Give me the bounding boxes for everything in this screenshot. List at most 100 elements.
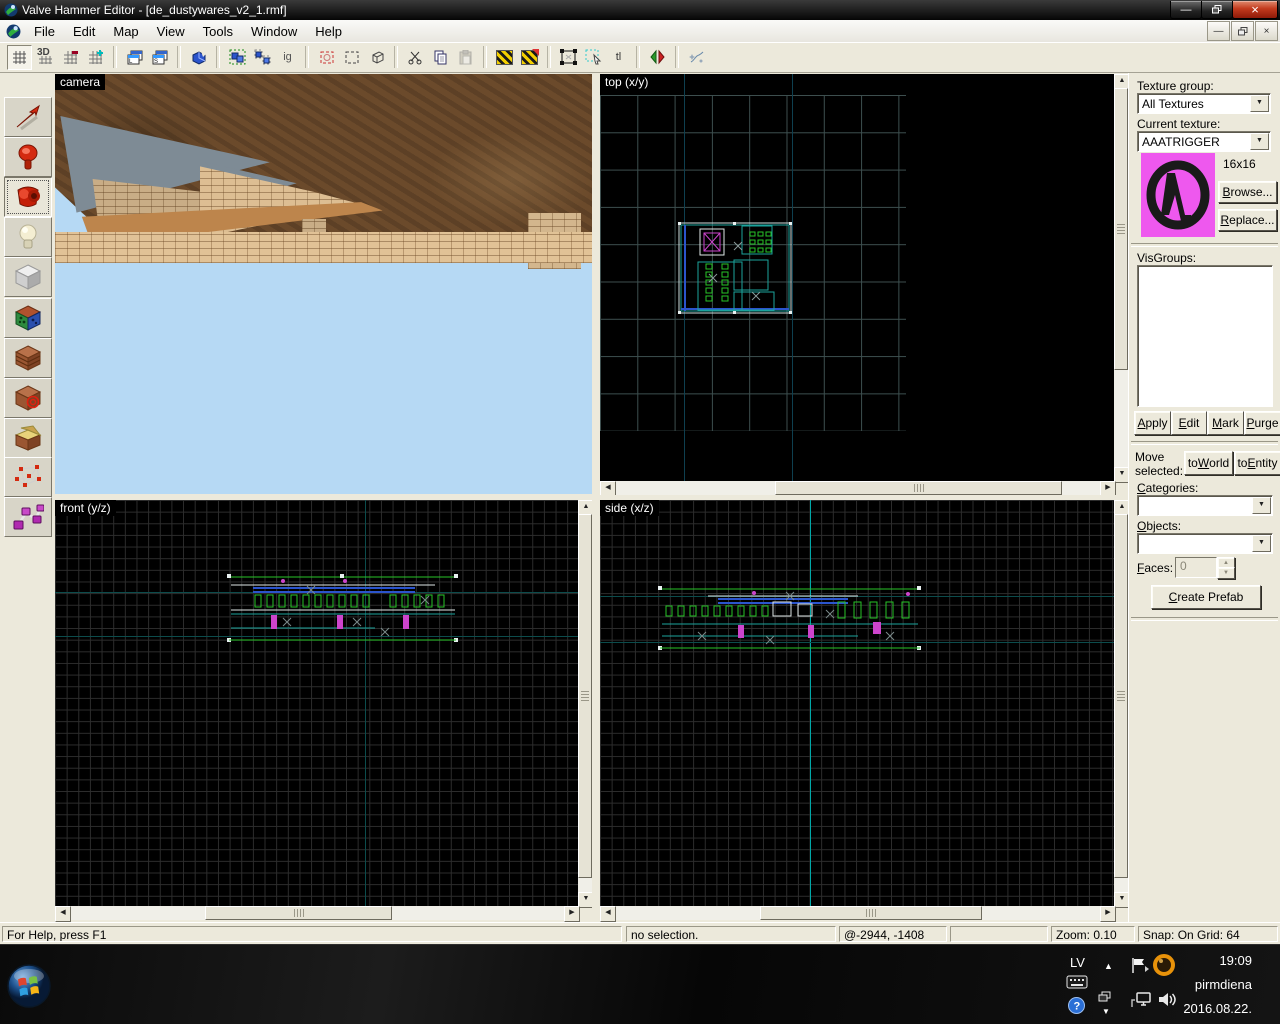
tray-clock-day[interactable]: pirmdiena bbox=[1186, 977, 1252, 992]
smaller-grid-button[interactable] bbox=[59, 46, 82, 69]
minimize-button[interactable]: — bbox=[1170, 1, 1202, 19]
visgroup-apply-button[interactable]: Apply bbox=[1134, 411, 1171, 435]
chevron-down-icon[interactable]: ▼ bbox=[1250, 133, 1269, 150]
current-texture-select[interactable]: AAATRIGGER ▼ bbox=[1137, 131, 1271, 152]
side-view-vscrollbar[interactable]: ▲ ▼ bbox=[1114, 500, 1128, 906]
chevron-down-icon[interactable]: ▼ bbox=[1252, 497, 1271, 514]
front-view-hscrollbar[interactable]: ◀ ▶ bbox=[55, 906, 578, 920]
toggle-grid-button[interactable] bbox=[7, 45, 32, 70]
vertex-tool-button[interactable] bbox=[4, 457, 52, 497]
tray-language-indicator[interactable]: LV bbox=[1070, 955, 1085, 970]
texture-group-select[interactable]: All Textures ▼ bbox=[1137, 93, 1271, 114]
viewport-label-front[interactable]: front (y/z) bbox=[55, 500, 116, 516]
copy-button[interactable] bbox=[429, 46, 452, 69]
spinner-down-icon[interactable]: ▼ bbox=[1217, 567, 1235, 579]
scroll-thumb[interactable] bbox=[760, 906, 982, 920]
flip-objects-button[interactable] bbox=[646, 46, 669, 69]
mdi-close-button[interactable]: × bbox=[1255, 21, 1278, 41]
block-tool-button[interactable] bbox=[4, 257, 52, 297]
scroll-thumb[interactable] bbox=[1114, 88, 1128, 370]
entity-tool-button[interactable] bbox=[4, 217, 52, 257]
cordon-button[interactable] bbox=[365, 46, 388, 69]
texture-lock-toggle-button[interactable]: tl bbox=[607, 46, 630, 69]
group-button[interactable] bbox=[226, 46, 249, 69]
hide-selected-button[interactable] bbox=[315, 46, 338, 69]
scroll-left-icon[interactable]: ◀ bbox=[600, 906, 616, 922]
to-entity-button[interactable]: toEntity bbox=[1234, 451, 1280, 475]
scroll-thumb[interactable] bbox=[775, 481, 1062, 495]
show-hidden-icons-button[interactable]: ▲ bbox=[1104, 961, 1113, 971]
chevron-down-icon[interactable]: ▼ bbox=[1250, 95, 1269, 112]
start-button[interactable] bbox=[6, 963, 52, 1009]
scroll-left-icon[interactable]: ◀ bbox=[55, 906, 71, 922]
browse-button[interactable]: Browse... bbox=[1218, 181, 1277, 203]
menu-edit[interactable]: Edit bbox=[64, 21, 104, 42]
volume-icon[interactable] bbox=[1157, 991, 1177, 1008]
scroll-right-icon[interactable]: ▶ bbox=[1100, 906, 1116, 922]
front-view-canvas[interactable]: front (y/z) bbox=[55, 500, 578, 906]
viewport-label-top[interactable]: top (x/y) bbox=[600, 74, 653, 90]
orange-ring-app-icon[interactable] bbox=[1152, 953, 1176, 977]
scroll-right-icon[interactable]: ▶ bbox=[564, 906, 580, 922]
top-view-hscrollbar[interactable]: ◀ ▶ bbox=[600, 481, 1114, 495]
keyboard-icon[interactable] bbox=[1066, 975, 1088, 989]
menu-file[interactable]: File bbox=[25, 21, 64, 42]
restore-button[interactable] bbox=[1201, 1, 1233, 19]
visgroup-edit-button[interactable]: Edit bbox=[1171, 411, 1207, 435]
marquee-select-button[interactable] bbox=[582, 46, 605, 69]
side-view-hscrollbar[interactable]: ◀ ▶ bbox=[600, 906, 1114, 920]
help-icon[interactable]: ? bbox=[1068, 997, 1085, 1014]
texture-scale-lock-button[interactable] bbox=[518, 46, 541, 69]
scroll-down-icon[interactable]: ▼ bbox=[1114, 892, 1128, 908]
carve-button[interactable] bbox=[187, 46, 210, 69]
cut-button[interactable] bbox=[404, 46, 427, 69]
menu-map[interactable]: Map bbox=[104, 21, 147, 42]
path-tool-button[interactable] bbox=[4, 497, 52, 537]
load-window-state-button[interactable]: L bbox=[123, 46, 146, 69]
menu-help[interactable]: Help bbox=[306, 21, 351, 42]
viewport-label-side[interactable]: side (x/z) bbox=[600, 500, 659, 516]
show-hidden-button[interactable] bbox=[340, 46, 363, 69]
ignore-groups-button[interactable]: ig bbox=[276, 46, 299, 69]
action-center-flag-icon[interactable] bbox=[1130, 957, 1150, 974]
scroll-thumb[interactable] bbox=[1114, 514, 1128, 878]
network-icon[interactable] bbox=[1130, 991, 1152, 1009]
tray-clock-date[interactable]: 2016.08.22. bbox=[1178, 1001, 1252, 1016]
scroll-down-icon[interactable]: ▼ bbox=[1114, 467, 1128, 483]
save-window-state-button[interactable]: S bbox=[148, 46, 171, 69]
menu-tools[interactable]: Tools bbox=[194, 21, 242, 42]
menu-window[interactable]: Window bbox=[242, 21, 306, 42]
side-view-canvas[interactable]: side (x/z) bbox=[600, 500, 1114, 906]
mdi-restore-button[interactable] bbox=[1231, 21, 1254, 41]
faces-spinner[interactable]: ▲ ▼ bbox=[1217, 557, 1233, 577]
window-utility-icon[interactable] bbox=[1098, 991, 1111, 1003]
top-view-canvas[interactable]: top (x/y) bbox=[600, 74, 1114, 481]
toggle-texture-application-button[interactable] bbox=[4, 298, 52, 338]
check-map-button[interactable] bbox=[685, 46, 708, 69]
close-button[interactable]: × bbox=[1232, 1, 1278, 19]
top-view-vscrollbar[interactable]: ▲ ▼ bbox=[1114, 74, 1128, 481]
selection-tool-button[interactable] bbox=[4, 97, 52, 137]
objects-select[interactable]: ▼ bbox=[1137, 533, 1273, 554]
visgroups-listbox[interactable] bbox=[1137, 265, 1273, 407]
visgroup-purge-button[interactable]: Purge bbox=[1244, 411, 1280, 435]
scroll-down-icon[interactable]: ▼ bbox=[578, 892, 592, 908]
magnify-tool-button[interactable] bbox=[4, 137, 52, 177]
menu-view[interactable]: View bbox=[148, 21, 194, 42]
to-world-button[interactable]: toWorld bbox=[1184, 451, 1233, 475]
viewport-label-camera[interactable]: camera bbox=[55, 74, 105, 90]
scroll-thumb[interactable] bbox=[205, 906, 392, 920]
texture-lock-button[interactable] bbox=[493, 46, 516, 69]
scroll-right-icon[interactable]: ▶ bbox=[1100, 481, 1116, 495]
apply-current-texture-button[interactable] bbox=[4, 338, 52, 378]
faces-input[interactable]: 0 bbox=[1175, 557, 1217, 578]
ungroup-button[interactable] bbox=[251, 46, 274, 69]
apply-decals-button[interactable] bbox=[4, 378, 52, 418]
toggle-3d-grid-button[interactable]: 3D bbox=[34, 46, 57, 69]
tray-clock-time[interactable]: 19:09 bbox=[1186, 953, 1252, 968]
chevron-down-icon[interactable]: ▼ bbox=[1252, 535, 1271, 552]
mdi-minimize-button[interactable]: — bbox=[1207, 21, 1230, 41]
larger-grid-button[interactable] bbox=[84, 46, 107, 69]
paste-button[interactable] bbox=[454, 46, 477, 69]
scroll-left-icon[interactable]: ◀ bbox=[600, 481, 616, 495]
